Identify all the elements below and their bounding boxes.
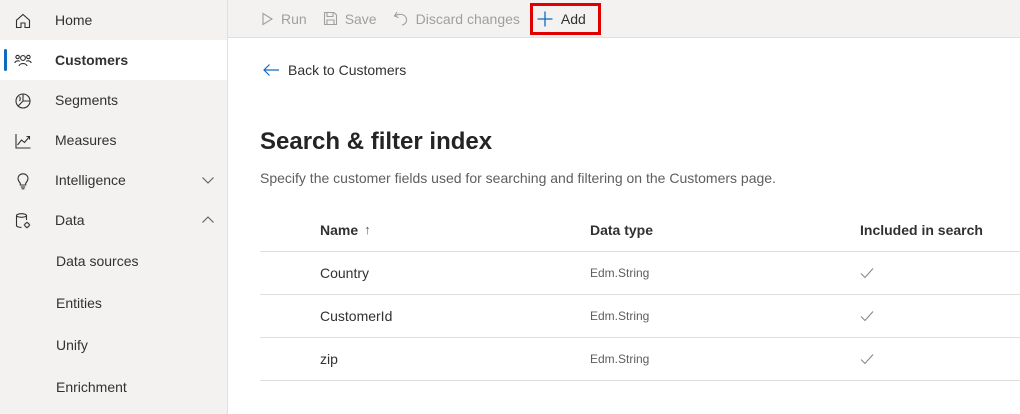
segments-icon xyxy=(15,93,31,109)
checkmark-icon xyxy=(860,268,874,279)
sidebar-item-label: Customers xyxy=(55,52,129,68)
page-title: Search & filter index xyxy=(260,128,493,155)
sidebar-subitem-data-sources[interactable]: Data sources xyxy=(0,240,227,282)
left-navigation: Home Customers Segments Measures Intelli… xyxy=(0,0,228,414)
sidebar-subitem-label: Entities xyxy=(56,295,102,311)
sidebar-subitem-unify[interactable]: Unify xyxy=(0,324,227,366)
chevron-up-icon xyxy=(202,216,214,223)
table-row[interactable]: CustomerId Edm.String xyxy=(260,295,1020,338)
add-button[interactable]: Add xyxy=(529,2,601,35)
table-header-row: Name ↑ Data type Included in search xyxy=(260,208,1020,252)
run-button[interactable]: Run xyxy=(260,7,307,31)
run-button-label: Run xyxy=(281,10,307,27)
save-button-label: Save xyxy=(344,10,377,27)
table-row[interactable]: zip Edm.String xyxy=(260,338,1020,381)
field-name: zip xyxy=(320,351,338,367)
sidebar-subitem-enrichment[interactable]: Enrichment xyxy=(0,366,227,408)
save-button[interactable]: Save xyxy=(323,7,377,31)
table-row[interactable]: Country Edm.String xyxy=(260,252,1020,295)
command-bar: Run Save Discard changes Add xyxy=(228,0,1020,38)
column-header-label: Data type xyxy=(590,221,654,238)
chevron-down-icon xyxy=(202,177,214,184)
column-header-included[interactable]: Included in search xyxy=(860,208,983,251)
column-header-name[interactable]: Name ↑ xyxy=(320,208,371,251)
column-header-data-type[interactable]: Data type xyxy=(590,208,653,251)
database-icon xyxy=(15,213,31,229)
home-icon xyxy=(15,13,31,29)
sidebar-item-label: Intelligence xyxy=(55,172,126,188)
discard-changes-button[interactable]: Discard changes xyxy=(393,7,520,31)
add-button-label: Add xyxy=(560,10,586,27)
lightbulb-icon xyxy=(17,173,29,190)
people-icon xyxy=(14,54,32,67)
sidebar-item-home[interactable]: Home xyxy=(0,0,227,40)
page-description: Specify the customer fields used for sea… xyxy=(260,170,776,186)
sidebar-item-intelligence[interactable]: Intelligence xyxy=(0,160,227,200)
field-name: Country xyxy=(320,265,370,281)
app-root: Home Customers Segments Measures Intelli… xyxy=(0,0,1020,414)
save-icon xyxy=(323,11,337,26)
chart-line-icon xyxy=(15,134,31,149)
field-data-type: Edm.String xyxy=(590,352,650,366)
search-index-table: Name ↑ Data type Included in search Coun… xyxy=(260,208,1020,381)
field-data-type: Edm.String xyxy=(590,266,650,280)
checkmark-icon xyxy=(860,354,874,365)
play-icon xyxy=(262,12,274,25)
sidebar-item-label: Data xyxy=(55,212,85,228)
undo-icon xyxy=(393,11,407,26)
field-name: CustomerId xyxy=(320,308,393,324)
discard-changes-label: Discard changes xyxy=(415,10,520,27)
sidebar-subitem-label: Data sources xyxy=(56,253,139,269)
sort-ascending-icon: ↑ xyxy=(364,222,371,237)
arrow-left-icon xyxy=(263,64,279,76)
checkmark-icon xyxy=(860,311,874,322)
sidebar-item-label: Home xyxy=(55,12,93,28)
field-data-type: Edm.String xyxy=(590,309,650,323)
sidebar-item-segments[interactable]: Segments xyxy=(0,80,227,120)
back-link-label: Back to Customers xyxy=(288,62,407,78)
column-header-label: Included in search xyxy=(860,221,983,238)
sidebar-item-measures[interactable]: Measures xyxy=(0,120,227,160)
sidebar-subitem-label: Enrichment xyxy=(56,379,127,395)
sidebar-subitem-entities[interactable]: Entities xyxy=(0,282,227,324)
sidebar-subitem-label: Unify xyxy=(56,337,88,353)
sidebar-item-label: Segments xyxy=(55,92,119,108)
back-link[interactable]: Back to Customers xyxy=(262,62,406,78)
add-icon xyxy=(537,11,553,26)
main-content: Back to Customers Search & filter index … xyxy=(228,38,1020,414)
column-header-label: Name xyxy=(320,221,359,238)
sidebar-item-label: Measures xyxy=(55,132,117,148)
sidebar-item-customers[interactable]: Customers xyxy=(0,40,227,80)
sidebar-item-data[interactable]: Data xyxy=(0,200,227,240)
